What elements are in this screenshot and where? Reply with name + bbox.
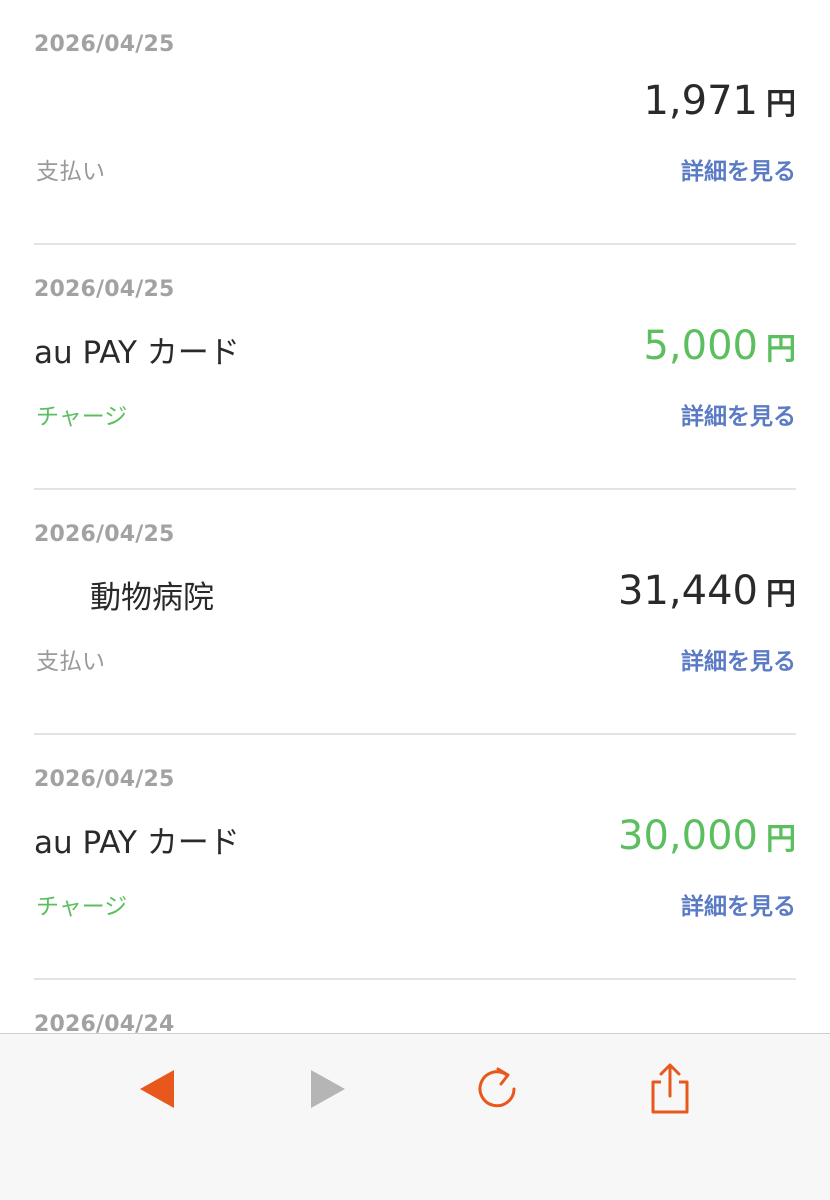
- transaction-amount: 30,000 円: [618, 813, 796, 859]
- reload-button[interactable]: [462, 1058, 532, 1120]
- redacted-text: [34, 580, 90, 619]
- view-details-link[interactable]: 詳細を見る: [681, 397, 796, 431]
- amount-unit: 円: [766, 87, 796, 122]
- amount-unit: 円: [766, 577, 796, 612]
- transaction-item: 2026/04/25 動物病院 31,440 円 支払い 詳細を見る: [34, 490, 796, 735]
- transaction-date: 2026/04/25: [34, 32, 175, 57]
- back-arrow-icon: [122, 1058, 192, 1120]
- transaction-merchant: au PAY カード: [34, 825, 240, 861]
- share-button[interactable]: [635, 1058, 705, 1120]
- transaction-amount: 31,440 円: [618, 568, 796, 614]
- transaction-item: 2026/04/25 au PAY カード 30,000 円 チャージ 詳細を見る: [34, 735, 796, 980]
- merchant-name: 動物病院: [90, 580, 214, 616]
- transaction-merchant: 動物病院: [34, 572, 214, 619]
- forward-button[interactable]: [293, 1058, 363, 1120]
- view-details-link[interactable]: 詳細を見る: [681, 887, 796, 921]
- amount-unit: 円: [766, 822, 796, 857]
- view-details-link[interactable]: 詳細を見る: [681, 642, 796, 676]
- back-button[interactable]: [122, 1058, 192, 1120]
- transaction-list: 2026/04/25 1,971 円 支払い 詳細を見る 2026/04/25 a…: [0, 0, 830, 1200]
- transaction-history-page: 2026/04/25 1,971 円 支払い 詳細を見る 2026/04/25 a…: [0, 0, 830, 1200]
- view-details-link[interactable]: 詳細を見る: [681, 152, 796, 186]
- amount-value: 30,000: [618, 813, 758, 859]
- amount-unit: 円: [766, 332, 796, 367]
- transaction-type: チャージ: [36, 404, 128, 430]
- transaction-amount: 1,971 円: [643, 78, 796, 124]
- transaction-item: 2026/04/25 1,971 円 支払い 詳細を見る: [34, 0, 796, 245]
- transaction-amount: 5,000 円: [643, 323, 796, 369]
- transaction-date: 2026/04/25: [34, 277, 175, 302]
- transaction-date: 2026/04/25: [34, 522, 175, 547]
- reload-icon: [462, 1058, 532, 1120]
- share-icon: [635, 1058, 705, 1120]
- transaction-type: 支払い: [36, 159, 105, 185]
- transaction-type: チャージ: [36, 894, 128, 920]
- amount-value: 1,971: [643, 78, 758, 124]
- transaction-item: 2026/04/25 au PAY カード 5,000 円 チャージ 詳細を見る: [34, 245, 796, 490]
- browser-toolbar: [0, 1033, 830, 1200]
- amount-value: 5,000: [643, 323, 758, 369]
- transaction-merchant: au PAY カード: [34, 335, 240, 371]
- transaction-type: 支払い: [36, 649, 105, 675]
- forward-arrow-icon: [293, 1058, 363, 1120]
- amount-value: 31,440: [618, 568, 758, 614]
- transaction-date: 2026/04/25: [34, 767, 175, 792]
